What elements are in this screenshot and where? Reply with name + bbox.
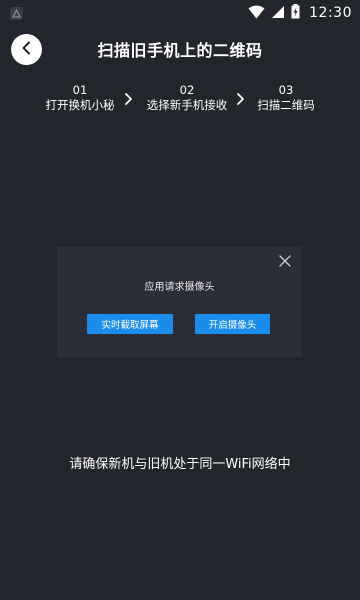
chevron-left-icon [21,40,33,59]
chevron-right-icon [236,91,245,110]
close-icon[interactable] [278,253,292,267]
signal-icon [271,4,285,23]
dialog-message: 应用请求摄像头 [144,282,215,293]
step-label: 选择新手机接收 [146,98,228,112]
step-number: 03 [278,83,294,97]
status-right: 12:30 [248,3,352,23]
steps-indicator: 01 打开换机小秘 02 选择新手机接收 03 扫描二维码 [0,83,360,117]
status-left [10,6,23,20]
wifi-icon [248,4,265,23]
battery-charging-icon [291,3,300,23]
enable-camera-button[interactable]: 开启摄像头 [195,314,270,334]
camera-permission-dialog: 应用请求摄像头 实时截取屏幕 开启摄像头 [57,247,302,357]
back-button[interactable] [11,34,42,65]
screenshot-button[interactable]: 实时截取屏幕 [87,314,173,334]
header: 扫描旧手机上的二维码 [0,30,360,68]
step-number: 02 [179,83,195,97]
step-number: 01 [72,83,88,97]
page-title: 扫描旧手机上的二维码 [97,41,263,60]
step-1: 01 打开换机小秘 [40,83,120,113]
status-time: 12:30 [309,5,352,21]
notification-icon [10,6,23,20]
step-2: 02 选择新手机接收 [142,83,232,113]
screen: 12:30 扫描旧手机上的二维码 01 打开换机小秘 02 选择新手机接收 03… [0,0,360,600]
status-bar: 12:30 [0,0,360,26]
step-3: 03 扫描二维码 [252,83,320,113]
step-label: 扫描二维码 [257,98,315,112]
chevron-right-icon [124,91,133,110]
step-label: 打开换机小秘 [45,98,115,112]
wifi-hint-text: 请确保新机与旧机处于同一WiFi网络中 [69,457,291,472]
